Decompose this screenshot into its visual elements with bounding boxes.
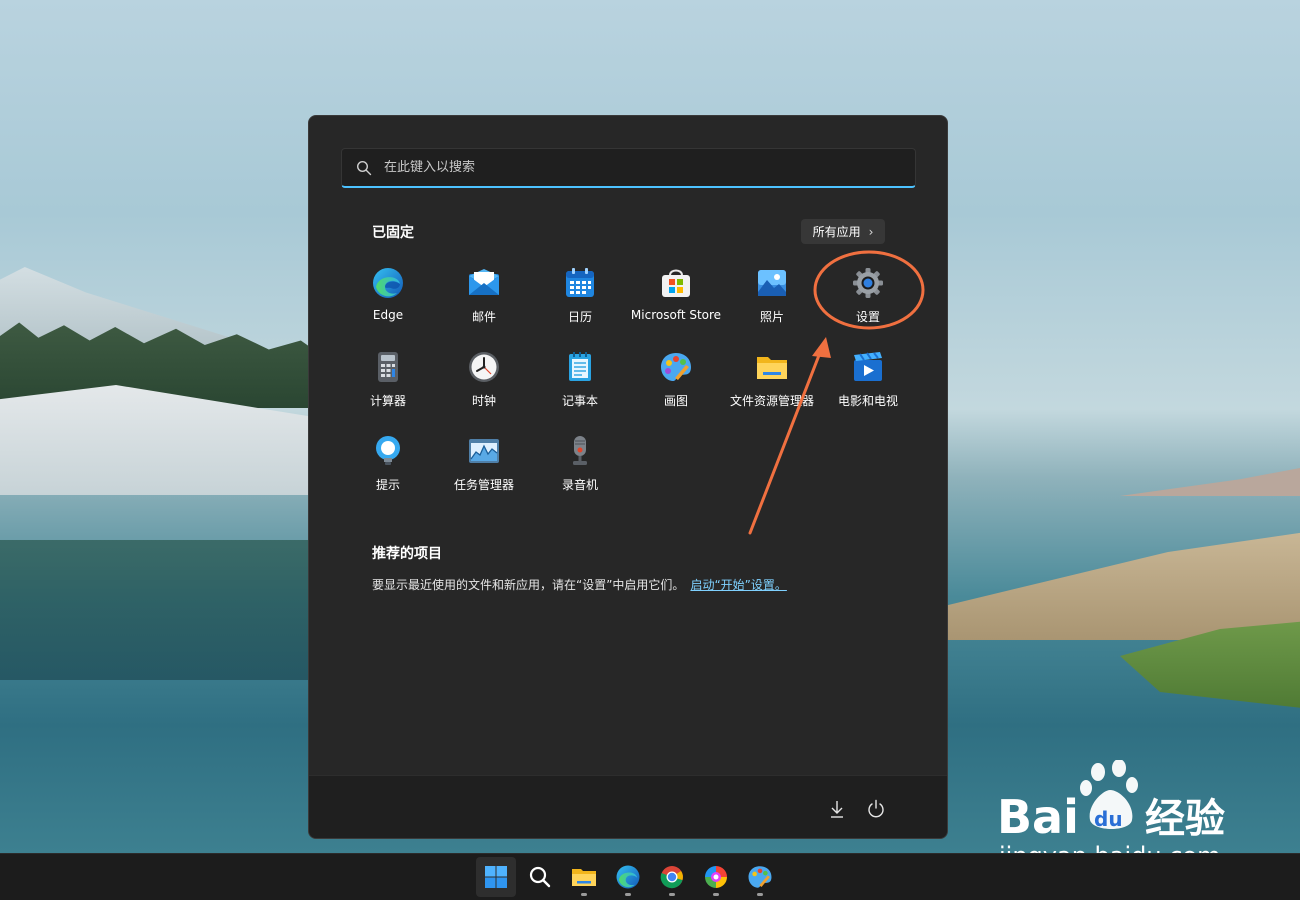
app-label: Microsoft Store	[630, 308, 722, 322]
store-icon	[662, 269, 690, 297]
paint-icon	[748, 866, 772, 888]
calendar-icon	[566, 268, 594, 297]
app-label: 计算器	[369, 394, 406, 408]
all-apps-label: 所有应用	[812, 225, 861, 239]
search-icon	[356, 160, 372, 175]
file-explorer-icon	[572, 869, 596, 886]
taskbar-edge[interactable]	[608, 857, 648, 897]
movies-tv-icon	[854, 352, 882, 381]
recommended-message: 要显示最近使用的文件和新应用，请在“设置”中启用它们。 启动“开始”设置。	[372, 576, 787, 593]
edge-icon	[373, 268, 403, 298]
pinned-app-edge[interactable]: Edge	[340, 262, 436, 346]
app-label: 文件资源管理器	[729, 394, 814, 408]
running-indicator	[713, 893, 719, 896]
running-indicator	[581, 893, 587, 896]
taskbar-search-button[interactable]	[520, 857, 560, 897]
app-label: 邮件	[471, 310, 496, 324]
settings-gear-icon	[853, 268, 883, 298]
search-input[interactable]	[384, 160, 904, 175]
chrome-icon	[660, 866, 683, 889]
pinned-app-notepad[interactable]: 记事本	[532, 346, 628, 430]
app-label: 电影和电视	[837, 394, 898, 408]
folder-icon	[757, 357, 787, 379]
app-label: 提示	[375, 478, 400, 492]
taskbar-colorful-app[interactable]	[696, 857, 736, 897]
pinned-app-file-explorer[interactable]: 文件资源管理器	[724, 346, 820, 430]
app-label: 时钟	[471, 394, 496, 408]
running-indicator	[669, 893, 675, 896]
photos-icon	[758, 270, 786, 296]
app-label: 照片	[759, 310, 784, 324]
app-label: 日历	[567, 310, 592, 324]
pinned-app-photos[interactable]: 照片	[724, 262, 820, 346]
pinned-app-microsoft-store[interactable]: Microsoft Store	[628, 262, 724, 346]
chevron-right-icon: ›	[868, 224, 874, 239]
windows-start-icon	[485, 866, 507, 888]
pinned-app-task-manager[interactable]: 任务管理器	[436, 430, 532, 514]
clock-icon	[469, 352, 499, 382]
taskbar-start-button[interactable]	[476, 857, 516, 897]
start-settings-link[interactable]: 启动“开始”设置。	[690, 578, 786, 592]
pinned-app-settings[interactable]: 设置	[820, 262, 916, 346]
app-label: Edge	[372, 308, 404, 322]
running-indicator	[757, 893, 763, 896]
app-label: 设置	[855, 310, 880, 324]
search-box[interactable]	[341, 148, 916, 188]
power-icon[interactable]	[865, 798, 887, 820]
pinned-app-calculator[interactable]: 计算器	[340, 346, 436, 430]
taskbar	[0, 853, 1300, 900]
task-manager-icon	[469, 439, 499, 463]
download-icon[interactable]	[826, 798, 848, 820]
start-menu-footer	[309, 775, 947, 838]
voice-recorder-icon	[573, 436, 587, 465]
tips-bulb-icon	[376, 436, 400, 465]
start-menu: 已固定 所有应用 › Edge	[308, 115, 948, 839]
taskbar-file-explorer[interactable]	[564, 857, 604, 897]
wallpaper-grassland	[940, 530, 1300, 640]
wallpaper-far-hills	[1120, 468, 1300, 496]
edge-icon	[616, 865, 640, 889]
app-label: 画图	[663, 394, 688, 408]
pinned-app-mail[interactable]: 邮件	[436, 262, 532, 346]
calculator-icon	[378, 352, 398, 382]
svg-text:Bai: Bai	[997, 790, 1079, 844]
pinned-app-calendar[interactable]: 日历	[532, 262, 628, 346]
svg-text:du: du	[1094, 807, 1123, 831]
paint-icon	[661, 353, 691, 381]
app-label: 任务管理器	[453, 478, 514, 492]
svg-text:经验: 经验	[1145, 796, 1225, 842]
pinned-app-voice-recorder[interactable]: 录音机	[532, 430, 628, 514]
running-indicator	[625, 893, 631, 896]
pinned-section-title: 已固定	[372, 225, 414, 241]
search-icon	[529, 866, 551, 888]
app-label: 记事本	[561, 394, 598, 408]
pinned-app-clock[interactable]: 时钟	[436, 346, 532, 430]
pinned-app-paint[interactable]: 画图	[628, 346, 724, 430]
pinned-app-tips[interactable]: 提示	[340, 430, 436, 514]
app-label: 录音机	[561, 478, 598, 492]
pinned-app-movies-tv[interactable]: 电影和电视	[820, 346, 916, 430]
wallpaper-reflection	[0, 540, 320, 680]
taskbar-chrome[interactable]	[652, 857, 692, 897]
notepad-icon	[569, 352, 591, 381]
all-apps-button[interactable]: 所有应用 ›	[801, 219, 885, 244]
recommended-section-title: 推荐的项目	[372, 546, 442, 562]
mail-icon	[469, 269, 499, 295]
taskbar-paint[interactable]	[740, 857, 780, 897]
pinned-apps-grid: Edge 邮件 日历 Microsoft Store 照片 设置 计算器 时钟 …	[340, 262, 916, 514]
colorful-app-icon	[705, 866, 727, 888]
recommended-text: 要显示最近使用的文件和新应用，请在“设置”中启用它们。	[372, 578, 685, 592]
